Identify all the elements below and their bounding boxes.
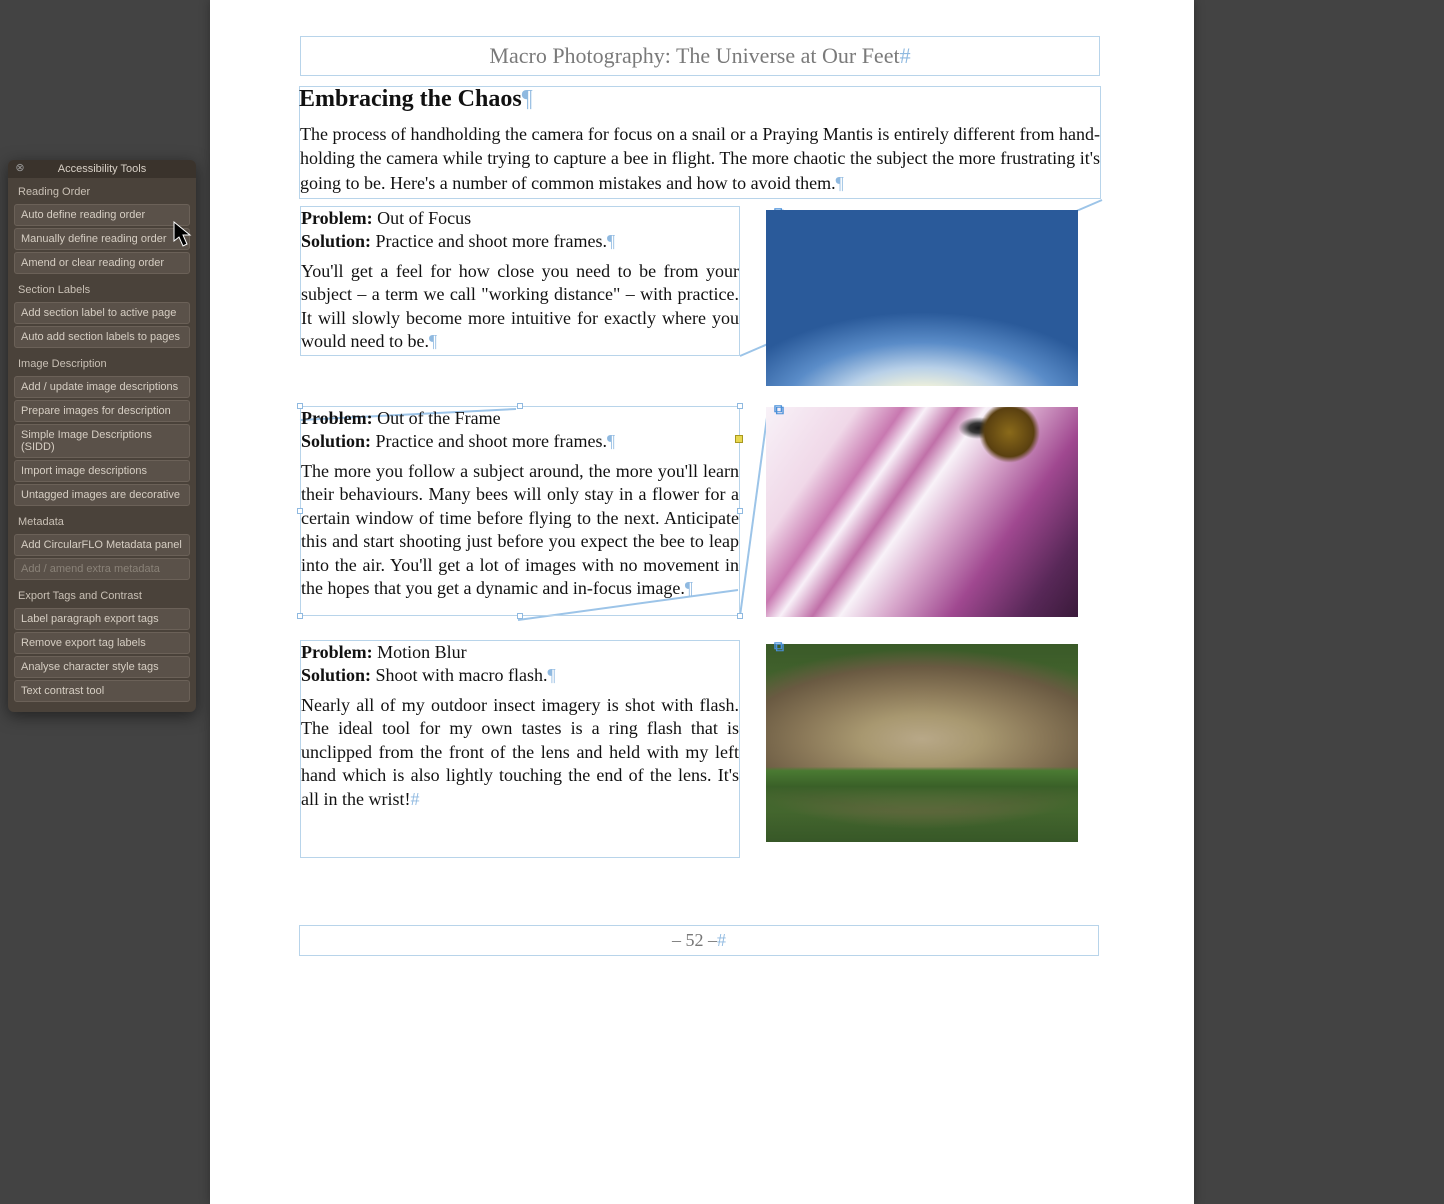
problem-label: Problem: [301,408,373,428]
solution-label: Solution: [301,431,371,451]
problem-text: Out of the Frame [377,408,500,428]
photo-sun-sky [766,210,1078,386]
end-of-story-icon: # [900,43,911,68]
text-frame-3[interactable]: Problem: Motion Blur Solution: Shoot wit… [300,640,740,858]
simple-image-descriptions[interactable]: Simple Image Descriptions (SIDD) [14,424,190,458]
amend-clear-reading-order[interactable]: Amend or clear reading order [14,252,190,274]
document-page[interactable]: Macro Photography: The Universe at Our F… [210,0,1194,1204]
untagged-images-decorative[interactable]: Untagged images are decorative [14,484,190,506]
section-heading-reading-order: Reading Order [8,178,196,202]
section-heading-export-tags: Export Tags and Contrast [8,582,196,606]
section-heading-image-description: Image Description [8,350,196,374]
pilcrow-icon: ¶ [429,331,437,351]
panel-title: Accessibility Tools [58,163,146,175]
text-frame-2[interactable]: Problem: Out of the Frame Solution: Prac… [300,406,740,616]
body-text-2: The more you follow a subject around, th… [301,460,739,600]
solution-label: Solution: [301,665,371,685]
frame-handle[interactable] [737,403,743,409]
solution-text: Shoot with macro flash. [376,665,548,685]
problem-text: Motion Blur [377,642,467,662]
solution-text: Practice and shoot more frames. [376,231,607,251]
solution-label: Solution: [301,231,371,251]
intro-paragraph: The process of handholding the camera fo… [300,122,1100,195]
end-of-story-icon: # [410,789,419,809]
add-circularflo-metadata[interactable]: Add CircularFLO Metadata panel [14,534,190,556]
frame-handle[interactable] [297,613,303,619]
add-section-label-active[interactable]: Add section label to active page [14,302,190,324]
accessibility-tools-panel: ⊗ Accessibility Tools Reading Order Auto… [8,160,196,712]
text-contrast-tool[interactable]: Text contrast tool [14,680,190,702]
image-frame-1[interactable]: ⧉ [766,210,1078,386]
text-frame-1[interactable]: Problem: Out of Focus Solution: Practice… [300,206,740,356]
section-heading-section-labels: Section Labels [8,276,196,300]
link-icon: ⧉ [774,401,784,418]
end-of-story-icon: # [717,930,726,950]
problem-label: Problem: [301,208,373,228]
prepare-images-description[interactable]: Prepare images for description [14,400,190,422]
pilcrow-icon: ¶ [607,231,615,251]
auto-add-section-labels[interactable]: Auto add section labels to pages [14,326,190,348]
link-icon: ⧉ [774,638,784,655]
photo-butterfly [766,644,1078,842]
frame-handle[interactable] [517,613,523,619]
image-frame-2[interactable]: ⧉ [766,407,1078,617]
label-paragraph-export-tags[interactable]: Label paragraph export tags [14,608,190,630]
panel-title-bar[interactable]: ⊗ Accessibility Tools [8,160,196,178]
solution-text: Practice and shoot more frames. [376,431,607,451]
photo-bee-flower [766,407,1078,617]
frame-handle[interactable] [737,508,743,514]
frame-handle[interactable] [737,613,743,619]
auto-define-reading-order[interactable]: Auto define reading order [14,204,190,226]
running-head-frame[interactable]: Macro Photography: The Universe at Our F… [300,36,1100,76]
page-number: – 52 – [672,930,717,950]
body-text-3: Nearly all of my outdoor insect imagery … [301,694,739,811]
pilcrow-icon: ¶ [685,578,693,598]
problem-text: Out of Focus [377,208,471,228]
pilcrow-icon: ¶ [548,665,556,685]
frame-handle[interactable] [297,403,303,409]
section-heading-metadata: Metadata [8,508,196,532]
page-heading: Embracing the Chaos¶ [299,86,533,113]
pilcrow-icon: ¶ [607,431,615,451]
problem-label: Problem: [301,642,373,662]
page-number-frame[interactable]: – 52 –# [299,925,1099,956]
pilcrow-icon: ¶ [522,86,533,112]
analyse-character-style-tags[interactable]: Analyse character style tags [14,656,190,678]
frame-handle[interactable] [517,403,523,409]
remove-export-tag-labels[interactable]: Remove export tag labels [14,632,190,654]
import-image-descriptions[interactable]: Import image descriptions [14,460,190,482]
manually-define-reading-order[interactable]: Manually define reading order [14,228,190,250]
add-update-image-descriptions[interactable]: Add / update image descriptions [14,376,190,398]
image-frame-3[interactable]: ⧉ [766,644,1078,842]
pilcrow-icon: ¶ [836,173,844,193]
close-icon[interactable]: ⊗ [14,162,26,174]
out-port-icon[interactable] [735,435,743,443]
running-head-text: Macro Photography: The Universe at Our F… [489,43,899,68]
add-amend-extra-metadata[interactable]: Add / amend extra metadata [14,558,190,580]
body-text-1: You'll get a feel for how close you need… [301,260,739,354]
frame-handle[interactable] [297,508,303,514]
